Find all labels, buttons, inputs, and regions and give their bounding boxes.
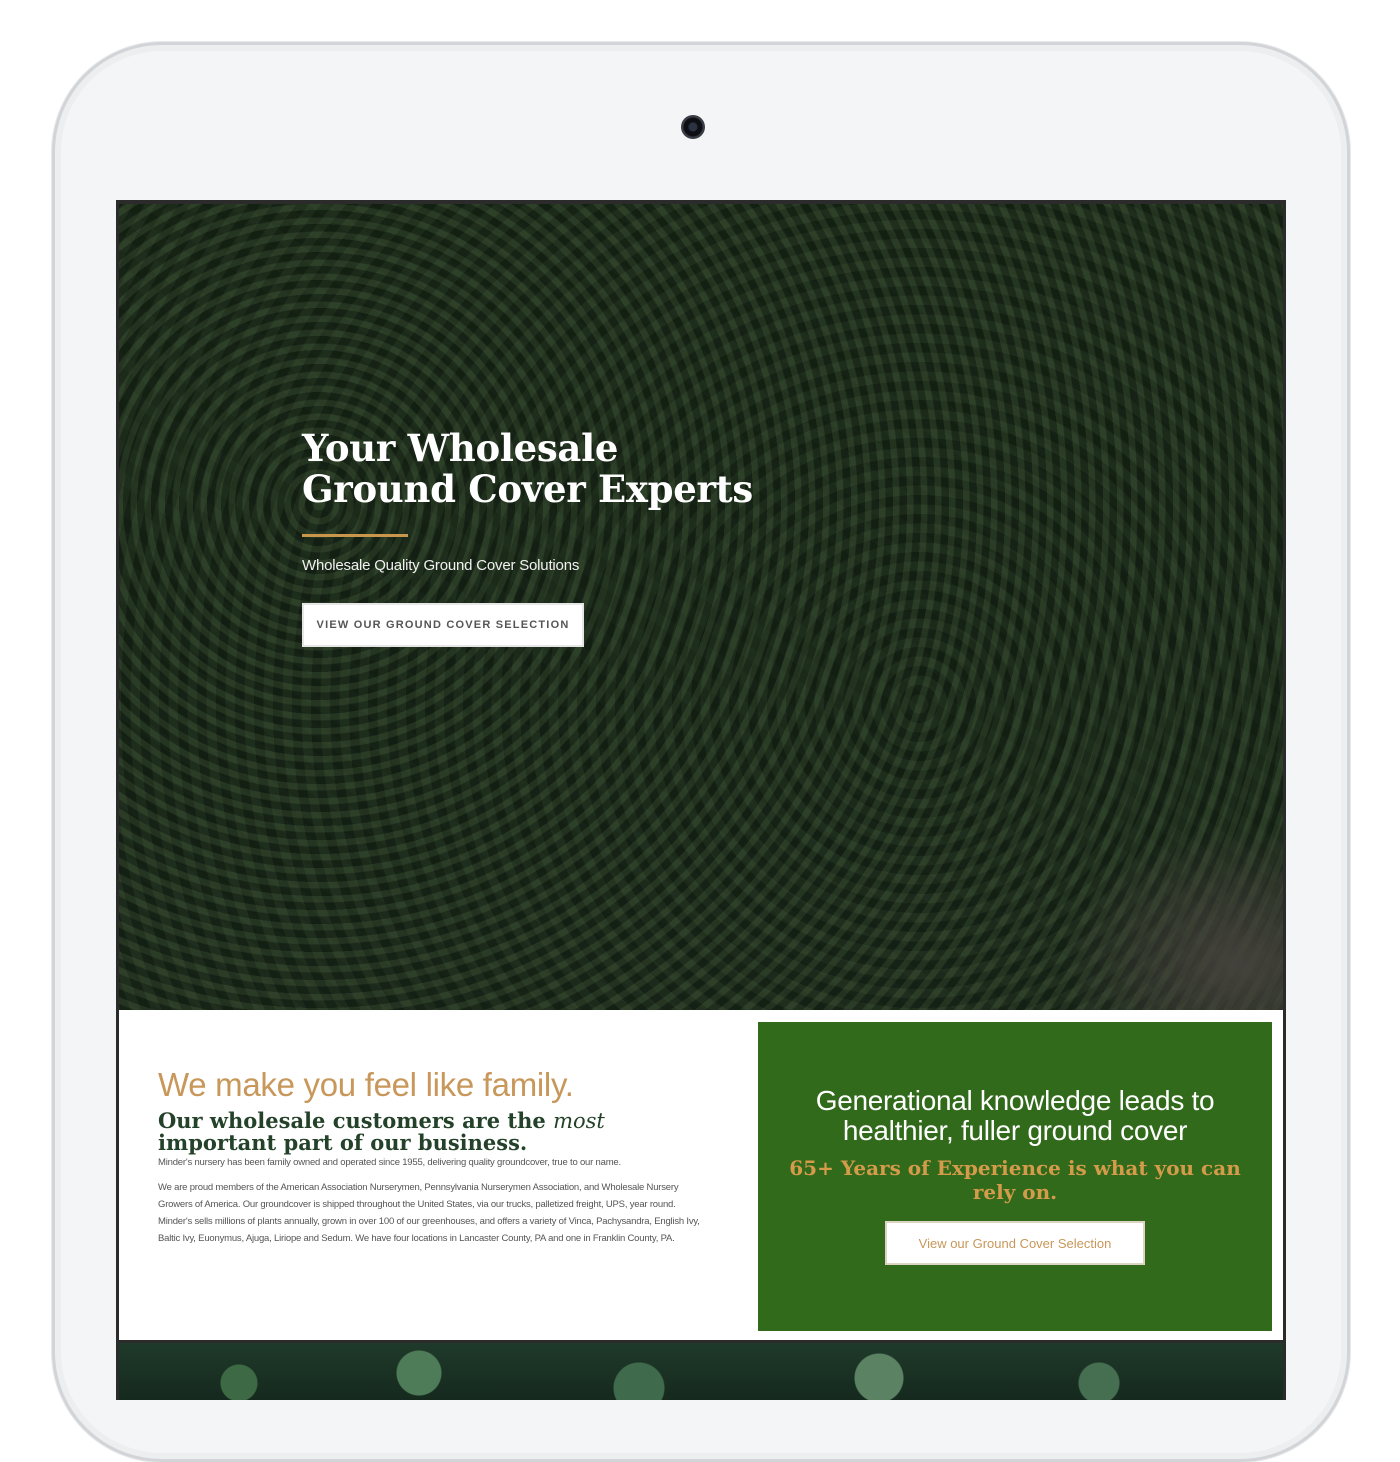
about-paragraph-2: We are proud members of the American Ass… bbox=[158, 1182, 700, 1244]
hero-section: Your Wholesale Ground Cover Experts Whol… bbox=[119, 204, 1283, 1010]
customers-heading-end: important part of our business. bbox=[158, 1130, 528, 1155]
family-heading: We make you feel like family. bbox=[158, 1066, 574, 1103]
hero-divider bbox=[302, 534, 408, 537]
about-paragraph-1: Minder's nursery has been family owned a… bbox=[158, 1157, 621, 1168]
hero-content: Your Wholesale Ground Cover Experts Whol… bbox=[302, 428, 753, 647]
hero-title-line2: Ground Cover Experts bbox=[302, 467, 753, 511]
browser-viewport: Your Wholesale Ground Cover Experts Whol… bbox=[116, 200, 1286, 1400]
about-column: We make you feel like family. Our wholes… bbox=[158, 1066, 703, 1247]
view-selection-secondary-button[interactable]: View our Ground Cover Selection bbox=[885, 1221, 1145, 1265]
hero-title-line1: Your Wholesale bbox=[302, 426, 619, 470]
front-camera-icon bbox=[681, 115, 705, 139]
view-selection-button[interactable]: VIEW OUR GROUND COVER SELECTION bbox=[302, 603, 584, 647]
customers-heading: Our wholesale customers are the most imp… bbox=[158, 1110, 703, 1154]
hero-title: Your Wholesale Ground Cover Experts bbox=[302, 428, 753, 510]
next-section-image bbox=[119, 1343, 1283, 1400]
experience-card: Generational knowledge leads to healthie… bbox=[758, 1022, 1272, 1331]
experience-subtitle: 65+ Years of Experience is what you can … bbox=[789, 1156, 1241, 1204]
hero-subtitle: Wholesale Quality Ground Cover Solutions bbox=[302, 557, 580, 574]
about-section: We make you feel like family. Our wholes… bbox=[119, 1010, 1283, 1340]
customers-heading-emphasis: most bbox=[553, 1109, 605, 1133]
experience-title: Generational knowledge leads to healthie… bbox=[815, 1085, 1215, 1146]
